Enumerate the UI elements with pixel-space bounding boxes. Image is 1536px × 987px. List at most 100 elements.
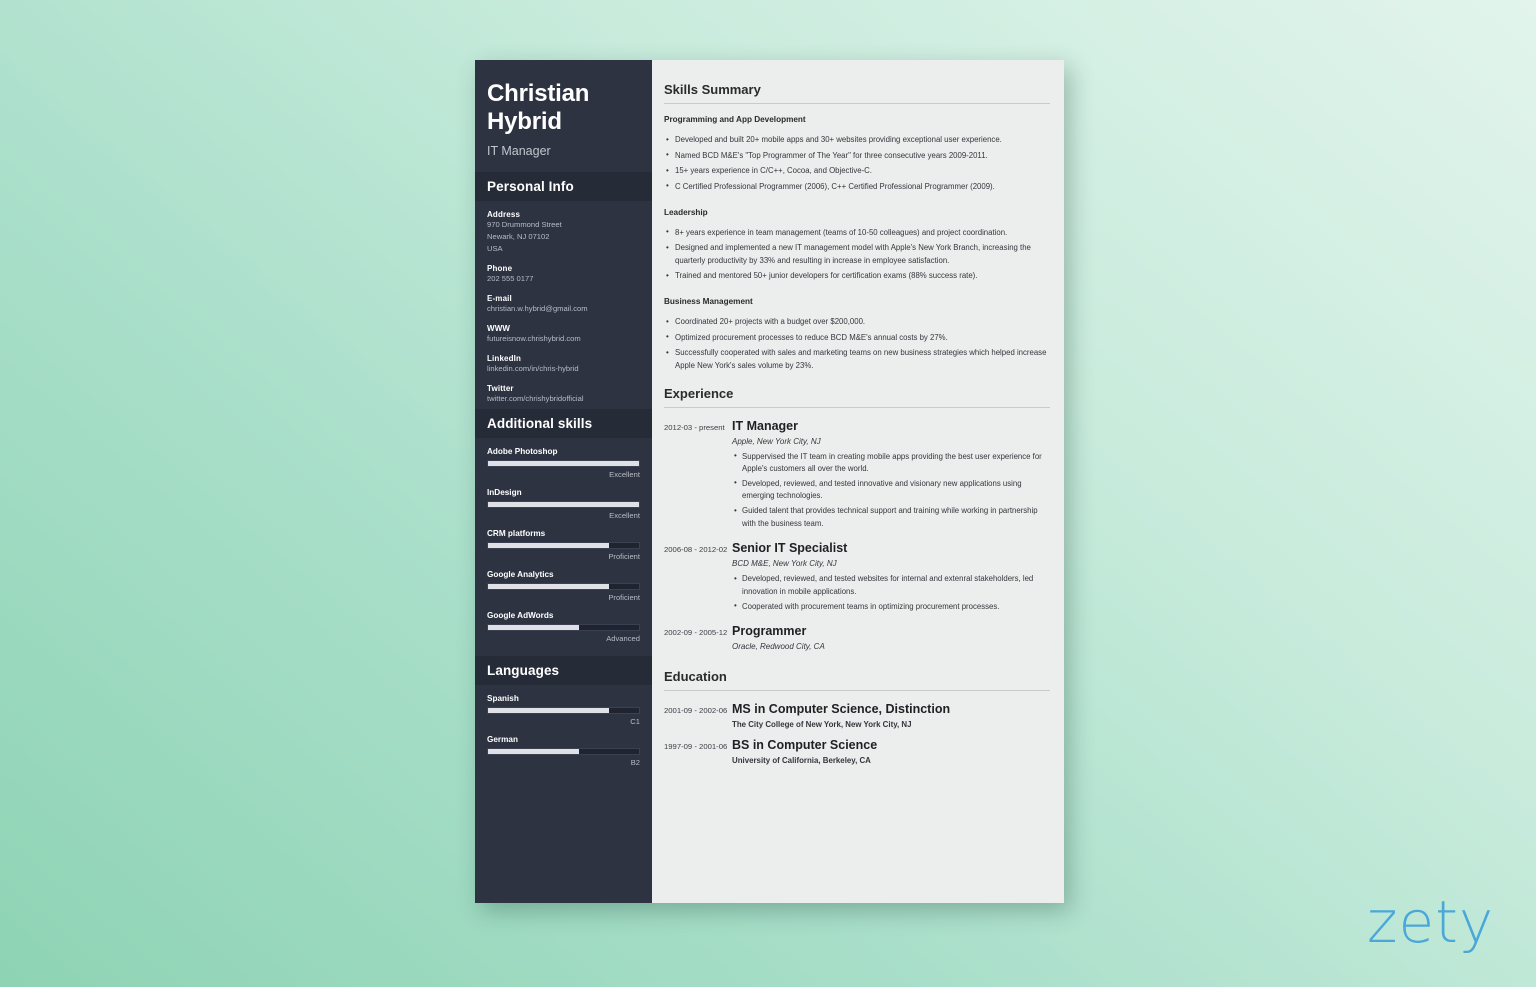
resume-entry: 1997-09 - 2001-06 BS in Computer Science U… (664, 738, 1050, 765)
skill-level: Proficient (608, 551, 640, 561)
skill-bar-fill (488, 542, 609, 548)
personal-info-label: LinkedIn (487, 353, 522, 363)
resume-entry: 2012-03 - present IT Manager Apple, New Yo… (664, 419, 1050, 533)
personal-info-label: Twitter (487, 383, 514, 393)
entry-dates: 2002-09 - 2005-12 (664, 628, 728, 638)
skill-name: CRM platforms (487, 528, 546, 538)
language-bar (487, 706, 640, 714)
entry-title: Senior IT Specialist (732, 541, 848, 556)
skill-item: Google Analytics Proficient (487, 570, 640, 602)
skill-name: Adobe Photoshop (487, 446, 558, 456)
personal-info-label: Address (487, 209, 521, 219)
bullet-item: C Certified Professional Programmer (200… (664, 180, 1050, 194)
personal-info-label: WWW (487, 323, 511, 333)
bullet-item: Developed, reviewed, and tested websites… (732, 573, 1050, 598)
skill-bar (487, 541, 640, 549)
skill-level: Excellent (609, 510, 640, 520)
additional-skills-list: Adobe Photoshop Excellent InDesign Excellen… (475, 438, 652, 656)
personal-info-value: USA (487, 243, 503, 253)
entry-organization: University of California, Berkeley, CA (732, 756, 871, 766)
skill-bar (487, 582, 640, 590)
skill-item: CRM platforms Proficient (487, 529, 640, 561)
section-header-languages: Languages (475, 655, 652, 685)
entry-title: IT Manager (732, 418, 798, 433)
skill-bar (487, 459, 640, 467)
skill-level: Excellent (609, 469, 640, 479)
bullet-item: Named BCD M&E's "Top Programmer of The Y… (664, 149, 1050, 163)
section-heading-education: Education (664, 669, 1050, 692)
skill-item: InDesign Excellent (487, 488, 640, 520)
language-item: Spanish C1 (487, 694, 640, 726)
section-header-additional-skills: Additional skills (475, 408, 652, 438)
section-heading-skills-summary: Skills Summary (664, 82, 1050, 104)
entry-organization: Apple, New York City, NJ (732, 436, 821, 446)
resume-entry: 2002-09 - 2005-12 Programmer Oracle, Redwo… (664, 624, 1050, 656)
entry-dates: 2001-09 - 2002-06 (664, 706, 728, 716)
personal-info-label: E-mail (487, 293, 512, 303)
section-header-personal-info: Personal Info (475, 171, 652, 201)
skill-bar-fill (488, 624, 579, 630)
skills-group-title: Business Management (664, 297, 753, 306)
entry-dates: 1997-09 - 2001-06 (664, 742, 728, 752)
skill-name: InDesign (487, 487, 522, 497)
entry-organization: The City College of New York, New York C… (732, 720, 912, 730)
skill-name: Google Analytics (487, 569, 554, 579)
skills-group-bullets: 8+ years experience in team management (… (664, 226, 1050, 284)
bullet-item: Guided talent that provides technical su… (732, 504, 1050, 530)
skill-bar-fill (488, 460, 639, 466)
bullet-item: Trained and mentored 50+ junior develope… (664, 270, 1050, 283)
bullet-item: Developed, reviewed, and tested innovati… (732, 477, 1050, 503)
skill-bar-fill (488, 501, 639, 507)
entry-bullets: Suppervised the IT team in creating mobi… (732, 450, 1050, 531)
entry-title: BS in Computer Science (732, 738, 878, 753)
resume-main-content: Skills Summary Programming and App Devel… (652, 60, 1064, 903)
candidate-job-title: IT Manager (487, 143, 551, 158)
bullet-item: 15+ years experience in C/C++, Cocoa, an… (664, 165, 1050, 178)
resume-entry: 2006-08 - 2012-02 Senior IT Specialist BCD… (664, 541, 1050, 615)
bullet-item: Coordinated 20+ projects with a budget o… (664, 316, 1050, 329)
language-item: German B2 (487, 735, 640, 767)
personal-info-value: linkedin.com/in/chris-hybrid (487, 363, 579, 373)
entry-organization: Oracle, Redwood City, CA (732, 642, 825, 652)
skill-level: Proficient (608, 592, 640, 602)
entry-body: Programmer Oracle, Redwood City, CA (732, 624, 1050, 656)
language-bar (487, 747, 640, 755)
language-bar-fill (488, 707, 609, 713)
skills-group-bullets: Coordinated 20+ projects with a budget o… (664, 316, 1050, 373)
languages-list: Spanish C1 German B2 (475, 685, 652, 780)
skills-group-title: Programming and App Development (664, 115, 806, 124)
zety-watermark: zety (1367, 888, 1495, 956)
entry-bullets: Developed, reviewed, and tested websites… (732, 573, 1050, 613)
personal-info-value: futureisnow.chrishybrid.com (487, 333, 581, 343)
skills-group-title: Leadership (664, 207, 708, 217)
skill-item: Adobe Photoshop Excellent (487, 447, 640, 479)
resume-entry: 2001-09 - 2002-06 MS in Computer Science,… (664, 702, 1050, 729)
resume-sidebar: Christian Hybrid IT Manager Personal Inf… (475, 60, 652, 903)
entry-dates: 2012-03 - present (664, 422, 725, 432)
skills-summary-groups: Programming and App Development Developed… (664, 115, 1050, 373)
education-entries: 2001-09 - 2002-06 MS in Computer Science,… (664, 702, 1050, 765)
candidate-name: Christian Hybrid (487, 80, 590, 136)
bullet-item: Designed and implemented a new IT manage… (664, 242, 1050, 267)
skills-group-bullets: Developed and built 20+ mobile apps and … (664, 134, 1050, 194)
bullet-item: Developed and built 20+ mobile apps and … (664, 134, 1050, 147)
language-name: Spanish (487, 693, 519, 703)
personal-info-value: 970 Drummond Street (487, 219, 562, 229)
personal-info-label: Phone (487, 263, 513, 273)
personal-info-value: twitter.com/chrishybridofficial (487, 393, 584, 403)
skill-bar (487, 500, 640, 508)
personal-info-value: 202 555 0177 (487, 273, 534, 283)
skill-bar (487, 623, 640, 631)
language-level: B2 (630, 757, 640, 767)
skill-item: Google AdWords Advanced (487, 611, 640, 643)
entry-body: Senior IT Specialist BCD M&E, New York Ci… (732, 541, 1050, 615)
entry-dates: 2006-08 - 2012-02 (664, 545, 728, 555)
bullet-item: 8+ years experience in team management (… (664, 226, 1050, 240)
language-bar-fill (488, 748, 579, 754)
language-name: German (487, 734, 518, 744)
entry-body: BS in Computer Science University of Cali… (732, 738, 1050, 765)
bullet-item: Suppervised the IT team in creating mobi… (732, 450, 1050, 476)
personal-info-value: Newark, NJ 07102 (487, 231, 550, 241)
skill-name: Google AdWords (487, 610, 554, 620)
bullet-item: Cooperated with procurement teams in opt… (732, 600, 1050, 614)
